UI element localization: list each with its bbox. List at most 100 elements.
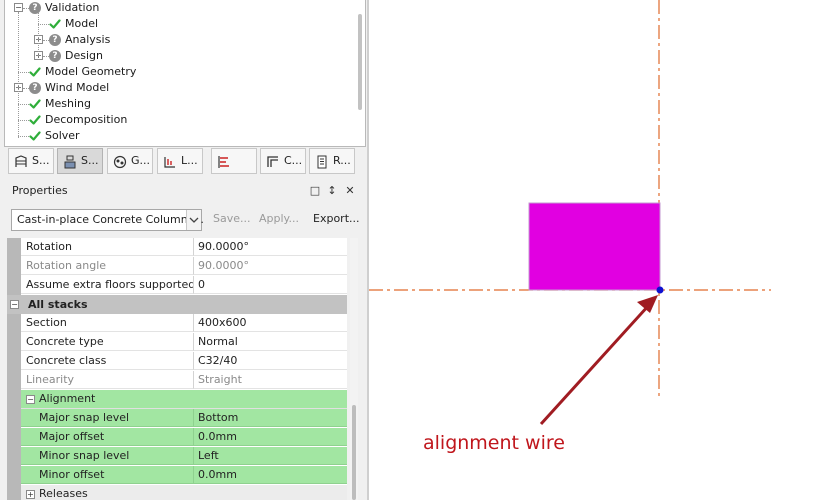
levels-icon [217, 154, 231, 168]
property-row[interactable]: Major snap level Bottom [7, 409, 347, 428]
subcategory-label: Releases [39, 487, 88, 500]
collapse-icon[interactable]: − [14, 3, 23, 12]
property-row[interactable]: Minor offset 0.0mm [7, 466, 347, 485]
property-value[interactable]: C32/40 [194, 352, 347, 370]
tree-item-label: Solver [45, 129, 80, 142]
property-value[interactable]: 0 [194, 276, 347, 294]
export-button[interactable]: Export... [313, 212, 360, 226]
annotation-label: alignment wire [423, 432, 565, 454]
tree-item[interactable]: +? Design [5, 48, 345, 64]
collapse-icon[interactable]: − [10, 300, 19, 309]
property-category[interactable]: − All stacks [7, 295, 347, 314]
tab-scene[interactable]: S... [57, 148, 103, 174]
subcategory-label: Alignment [39, 392, 96, 405]
property-name: Rotation [21, 238, 194, 256]
property-name: Rotation angle [21, 257, 194, 275]
property-value[interactable]: Normal [194, 333, 347, 351]
cross-section-icon [266, 154, 280, 168]
property-value[interactable]: 0.0mm [194, 466, 347, 484]
tree-connector [18, 12, 19, 138]
snap-point[interactable] [656, 286, 664, 294]
tree-item-label: Model [65, 17, 99, 30]
tree-item[interactable]: Solver [5, 128, 345, 144]
tree-scrollbar[interactable] [358, 14, 362, 110]
property-row[interactable]: Major offset 0.0mm [7, 428, 347, 447]
property-row[interactable]: Section 400x600 [7, 314, 347, 333]
property-subcategory[interactable]: − Alignment [7, 390, 347, 409]
tree-item[interactable]: Model Geometry [5, 64, 345, 80]
canvas-drawing [369, 0, 771, 426]
property-row[interactable]: Linearity Straight [7, 371, 347, 390]
property-row[interactable]: Minor snap level Left [7, 447, 347, 466]
model-canvas[interactable] [369, 0, 817, 500]
tree-item-label: Model Geometry [45, 65, 137, 78]
property-row[interactable]: Concrete class C32/40 [7, 352, 347, 371]
tab-structure[interactable]: S... [8, 148, 54, 174]
groups-icon [113, 154, 127, 169]
tree-item-label: Decomposition [45, 113, 128, 126]
tab-label: S... [32, 154, 50, 167]
tab-levels[interactable] [211, 148, 257, 174]
category-label: All stacks [28, 298, 88, 311]
property-value[interactable]: Bottom [194, 409, 347, 427]
property-row[interactable]: Rotation 90.0000° [7, 238, 347, 257]
property-value[interactable]: Left [194, 447, 347, 465]
tab-loading[interactable]: L... [157, 148, 203, 174]
tab-report[interactable]: R... [309, 148, 355, 174]
apply-button[interactable]: Apply... [259, 212, 299, 226]
tree-item[interactable]: Meshing [5, 96, 345, 112]
property-value[interactable]: Straight [194, 371, 347, 389]
grid-scrollbar-thumb[interactable] [352, 405, 356, 500]
tab-label: S... [81, 154, 99, 167]
properties-title: Properties [12, 184, 68, 197]
tree-item-label: Validation [45, 1, 100, 14]
property-value[interactable]: 90.0000° [194, 257, 347, 275]
property-value[interactable]: 400x600 [194, 314, 347, 332]
check-icon [49, 18, 61, 30]
question-icon: ? [29, 82, 41, 94]
property-name: Major snap level [21, 409, 194, 427]
property-row[interactable]: Assume extra floors supported 0 [7, 276, 347, 295]
tab-groups[interactable]: G... [107, 148, 153, 174]
property-name: Section [21, 314, 194, 332]
property-name: Concrete type [21, 333, 194, 351]
tree-item-label: Analysis [65, 33, 111, 46]
annotation-arrow-head [637, 295, 658, 313]
column-section[interactable] [528, 202, 661, 291]
tab-cross-section[interactable]: C... [260, 148, 306, 174]
tree-item[interactable]: +? Wind Model [5, 80, 345, 96]
property-value[interactable]: 90.0000° [194, 238, 347, 256]
structure-icon [14, 154, 28, 168]
check-icon [29, 114, 41, 126]
question-icon: ? [49, 34, 61, 46]
float-window-icon[interactable]: □ [309, 184, 321, 197]
tab-label: L... [181, 154, 198, 167]
tree-item[interactable]: Decomposition [5, 112, 345, 128]
tree-item[interactable]: −? Validation [5, 0, 345, 16]
check-icon [29, 130, 41, 142]
member-type-select[interactable]: Cast-in-place Concrete Columns... [11, 209, 204, 231]
close-icon[interactable]: ✕ [344, 184, 356, 197]
check-icon [29, 66, 41, 78]
save-button[interactable]: Save... [213, 212, 251, 226]
collapse-icon[interactable]: − [26, 395, 35, 404]
scene-icon [63, 154, 77, 169]
tree-item[interactable]: +? Analysis [5, 32, 345, 48]
left-panel: −? Validation Model +? Analysis +? Design Model… [0, 0, 367, 500]
property-name: Minor snap level [21, 447, 194, 465]
property-name: Minor offset [21, 466, 194, 484]
tree-item[interactable]: Model [5, 16, 345, 32]
property-subcategory[interactable]: + Releases [7, 485, 347, 500]
chevron-down-icon[interactable] [186, 210, 201, 230]
expand-icon[interactable]: + [26, 490, 35, 499]
loading-icon [163, 154, 177, 168]
tree-item-label: Wind Model [45, 81, 110, 94]
property-row[interactable]: Rotation angle 90.0000° [7, 257, 347, 276]
check-icon [29, 98, 41, 110]
model-tree[interactable]: −? Validation Model +? Analysis +? Design Model… [4, 0, 366, 147]
tab-label: G... [131, 154, 151, 167]
member-type-value: Cast-in-place Concrete Columns... [17, 213, 204, 226]
pin-icon[interactable]: ↕ [326, 184, 338, 197]
property-value[interactable]: 0.0mm [194, 428, 347, 446]
property-row[interactable]: Concrete type Normal [7, 333, 347, 352]
